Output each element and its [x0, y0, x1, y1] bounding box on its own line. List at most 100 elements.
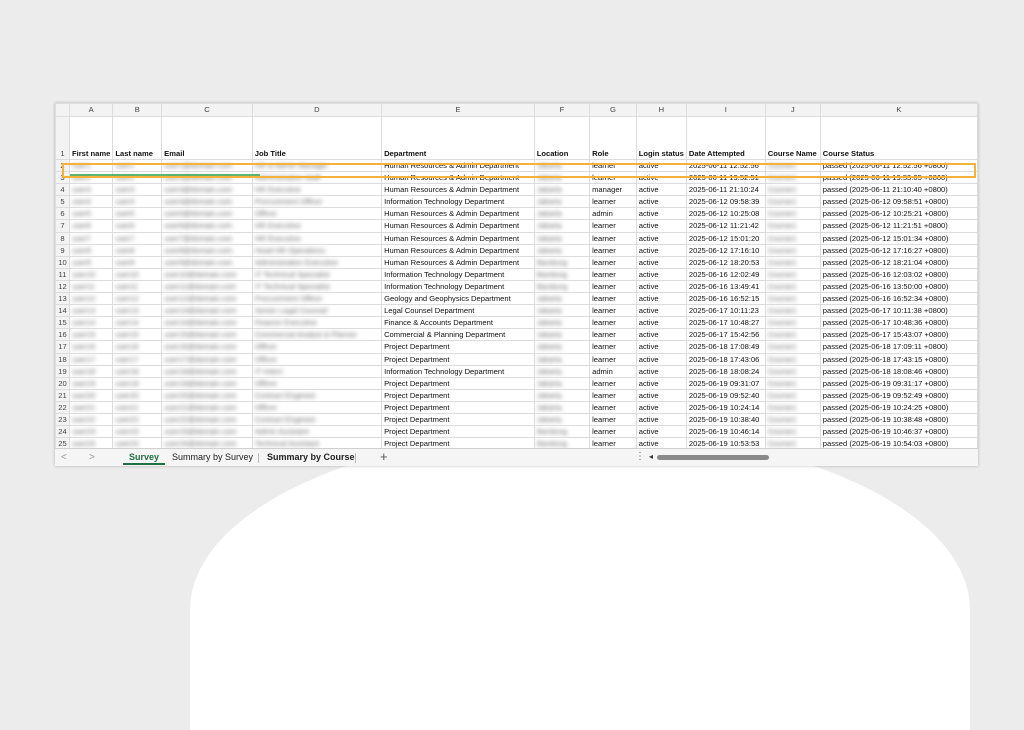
- cell[interactable]: Officer: [251, 400, 383, 414]
- cell[interactable]: Jakarta: [533, 219, 591, 233]
- cell[interactable]: Project Department: [381, 340, 535, 354]
- cell[interactable]: user8: [68, 243, 114, 257]
- cell[interactable]: active: [635, 195, 687, 209]
- cell[interactable]: Course1: [764, 328, 821, 342]
- cell[interactable]: active: [635, 207, 687, 221]
- cell[interactable]: passed (2025-06-12 18:21:04 +0800): [819, 255, 978, 269]
- row-number[interactable]: 12: [55, 279, 70, 294]
- cell[interactable]: Jakarta: [533, 400, 591, 414]
- row-number[interactable]: 2: [55, 158, 70, 173]
- cell[interactable]: passed (2025-06-12 17:16:27 +0800): [819, 243, 978, 257]
- cell[interactable]: Jakarta: [533, 388, 591, 402]
- cell[interactable]: Course1: [764, 364, 821, 378]
- cell[interactable]: user9: [112, 255, 163, 269]
- cell[interactable]: passed (2025-06-19 10:24:25 +0800): [819, 400, 978, 414]
- cell[interactable]: active: [635, 388, 687, 402]
- header-cell[interactable]: Department: [381, 116, 535, 160]
- cell[interactable]: Procurement Officer: [251, 195, 383, 209]
- cell[interactable]: 2025-06-11 21:10:24: [685, 183, 766, 197]
- column-header-j[interactable]: J: [764, 103, 821, 117]
- cell[interactable]: user21: [68, 400, 114, 414]
- cell[interactable]: Contract Engineer: [251, 412, 383, 427]
- cell[interactable]: passed (2025-06-18 18:08:46 +0800): [819, 364, 978, 378]
- cell[interactable]: user15@domain.com: [161, 328, 253, 342]
- header-cell[interactable]: Course Status: [819, 116, 978, 160]
- row-number[interactable]: 6: [55, 207, 70, 221]
- cell[interactable]: user6: [68, 219, 114, 233]
- row-number[interactable]: 15: [55, 316, 70, 330]
- cell[interactable]: active: [635, 364, 687, 378]
- cell[interactable]: user1: [112, 158, 163, 173]
- cell[interactable]: user17: [112, 352, 163, 366]
- cell[interactable]: passed (2025-06-11 12:52:56 +0800): [819, 158, 978, 173]
- cell[interactable]: Human Resources & Admin Department: [381, 219, 535, 233]
- cell[interactable]: Course1: [764, 207, 821, 221]
- cell[interactable]: Course1: [764, 388, 821, 402]
- cell[interactable]: Jakarta: [533, 352, 591, 366]
- row-number[interactable]: 4: [55, 183, 70, 197]
- cell[interactable]: user20@domain.com: [161, 388, 253, 402]
- cell[interactable]: 2025-06-18 17:08:49: [685, 340, 766, 354]
- header-cell[interactable]: Location: [533, 116, 591, 160]
- cell[interactable]: Jakarta: [533, 207, 591, 221]
- cell[interactable]: user20: [68, 388, 114, 402]
- cell[interactable]: Human Resources & Admin Department: [381, 207, 535, 221]
- cell[interactable]: Jakarta: [533, 412, 591, 427]
- header-cell[interactable]: Login status: [635, 116, 687, 160]
- cell[interactable]: Course1: [764, 279, 821, 294]
- cell[interactable]: user24: [68, 437, 114, 448]
- cell[interactable]: Bandung: [533, 425, 591, 439]
- cell[interactable]: Jakarta: [533, 376, 591, 390]
- row-number[interactable]: 21: [55, 388, 70, 402]
- cell[interactable]: user24@domain.com: [161, 437, 253, 448]
- cell[interactable]: Course1: [764, 195, 821, 209]
- cell[interactable]: learner: [589, 292, 637, 306]
- cell[interactable]: Project Department: [381, 412, 535, 427]
- cell[interactable]: user5@domain.com: [161, 207, 253, 221]
- cell[interactable]: learner: [589, 340, 637, 354]
- row-number[interactable]: 8: [55, 231, 70, 245]
- cell[interactable]: user5: [68, 207, 114, 221]
- cell[interactable]: Commercial Analyst & Planner: [251, 328, 383, 342]
- cell[interactable]: Information Technology Department: [381, 279, 535, 294]
- cell[interactable]: Course1: [764, 158, 821, 173]
- cell[interactable]: HR & Admin Manager: [251, 158, 383, 173]
- cell[interactable]: 2025-06-16 13:49:41: [685, 279, 766, 294]
- row-number[interactable]: 11: [55, 267, 70, 281]
- cell[interactable]: active: [635, 376, 687, 390]
- cell[interactable]: 2025-06-18 18:08:24: [685, 364, 766, 378]
- row-number[interactable]: 16: [55, 328, 70, 342]
- cell[interactable]: user12: [68, 292, 114, 306]
- cell[interactable]: IT Technical Specialist: [251, 279, 383, 294]
- cell[interactable]: learner: [589, 195, 637, 209]
- cell[interactable]: user15: [68, 328, 114, 342]
- column-header-k[interactable]: K: [819, 103, 978, 117]
- cell[interactable]: 2025-06-17 15:42:56: [685, 328, 766, 342]
- column-header-h[interactable]: H: [635, 103, 687, 117]
- cell[interactable]: passed (2025-06-12 10:25:21 +0800): [819, 207, 978, 221]
- cell[interactable]: passed (2025-06-18 17:43:15 +0800): [819, 352, 978, 366]
- cell[interactable]: 2025-06-19 10:53:53: [685, 437, 766, 448]
- cell[interactable]: user3: [112, 183, 163, 197]
- cell[interactable]: user11@domain.com: [161, 279, 253, 294]
- cell[interactable]: user1: [68, 158, 114, 173]
- cell[interactable]: Jakarta: [533, 231, 591, 245]
- cell[interactable]: user22: [68, 412, 114, 427]
- cell[interactable]: user23@domain.com: [161, 425, 253, 439]
- cell[interactable]: user15: [112, 328, 163, 342]
- cell[interactable]: Bandung: [533, 267, 591, 281]
- cell[interactable]: Course1: [764, 255, 821, 269]
- cell[interactable]: Officer: [251, 207, 383, 221]
- cell[interactable]: passed (2025-06-16 16:52:34 +0800): [819, 292, 978, 306]
- cell[interactable]: learner: [589, 255, 637, 269]
- cell[interactable]: user18: [112, 364, 163, 378]
- cell[interactable]: active: [635, 171, 687, 185]
- column-header-f[interactable]: F: [533, 103, 591, 117]
- cell[interactable]: 2025-06-19 09:52:40: [685, 388, 766, 402]
- cell[interactable]: active: [635, 279, 687, 294]
- row-number[interactable]: 24: [55, 425, 70, 439]
- cell[interactable]: user19: [68, 376, 114, 390]
- column-header-d[interactable]: D: [251, 103, 383, 117]
- cell[interactable]: Finance & Accounts Department: [381, 316, 535, 330]
- row-number[interactable]: 3: [55, 171, 70, 185]
